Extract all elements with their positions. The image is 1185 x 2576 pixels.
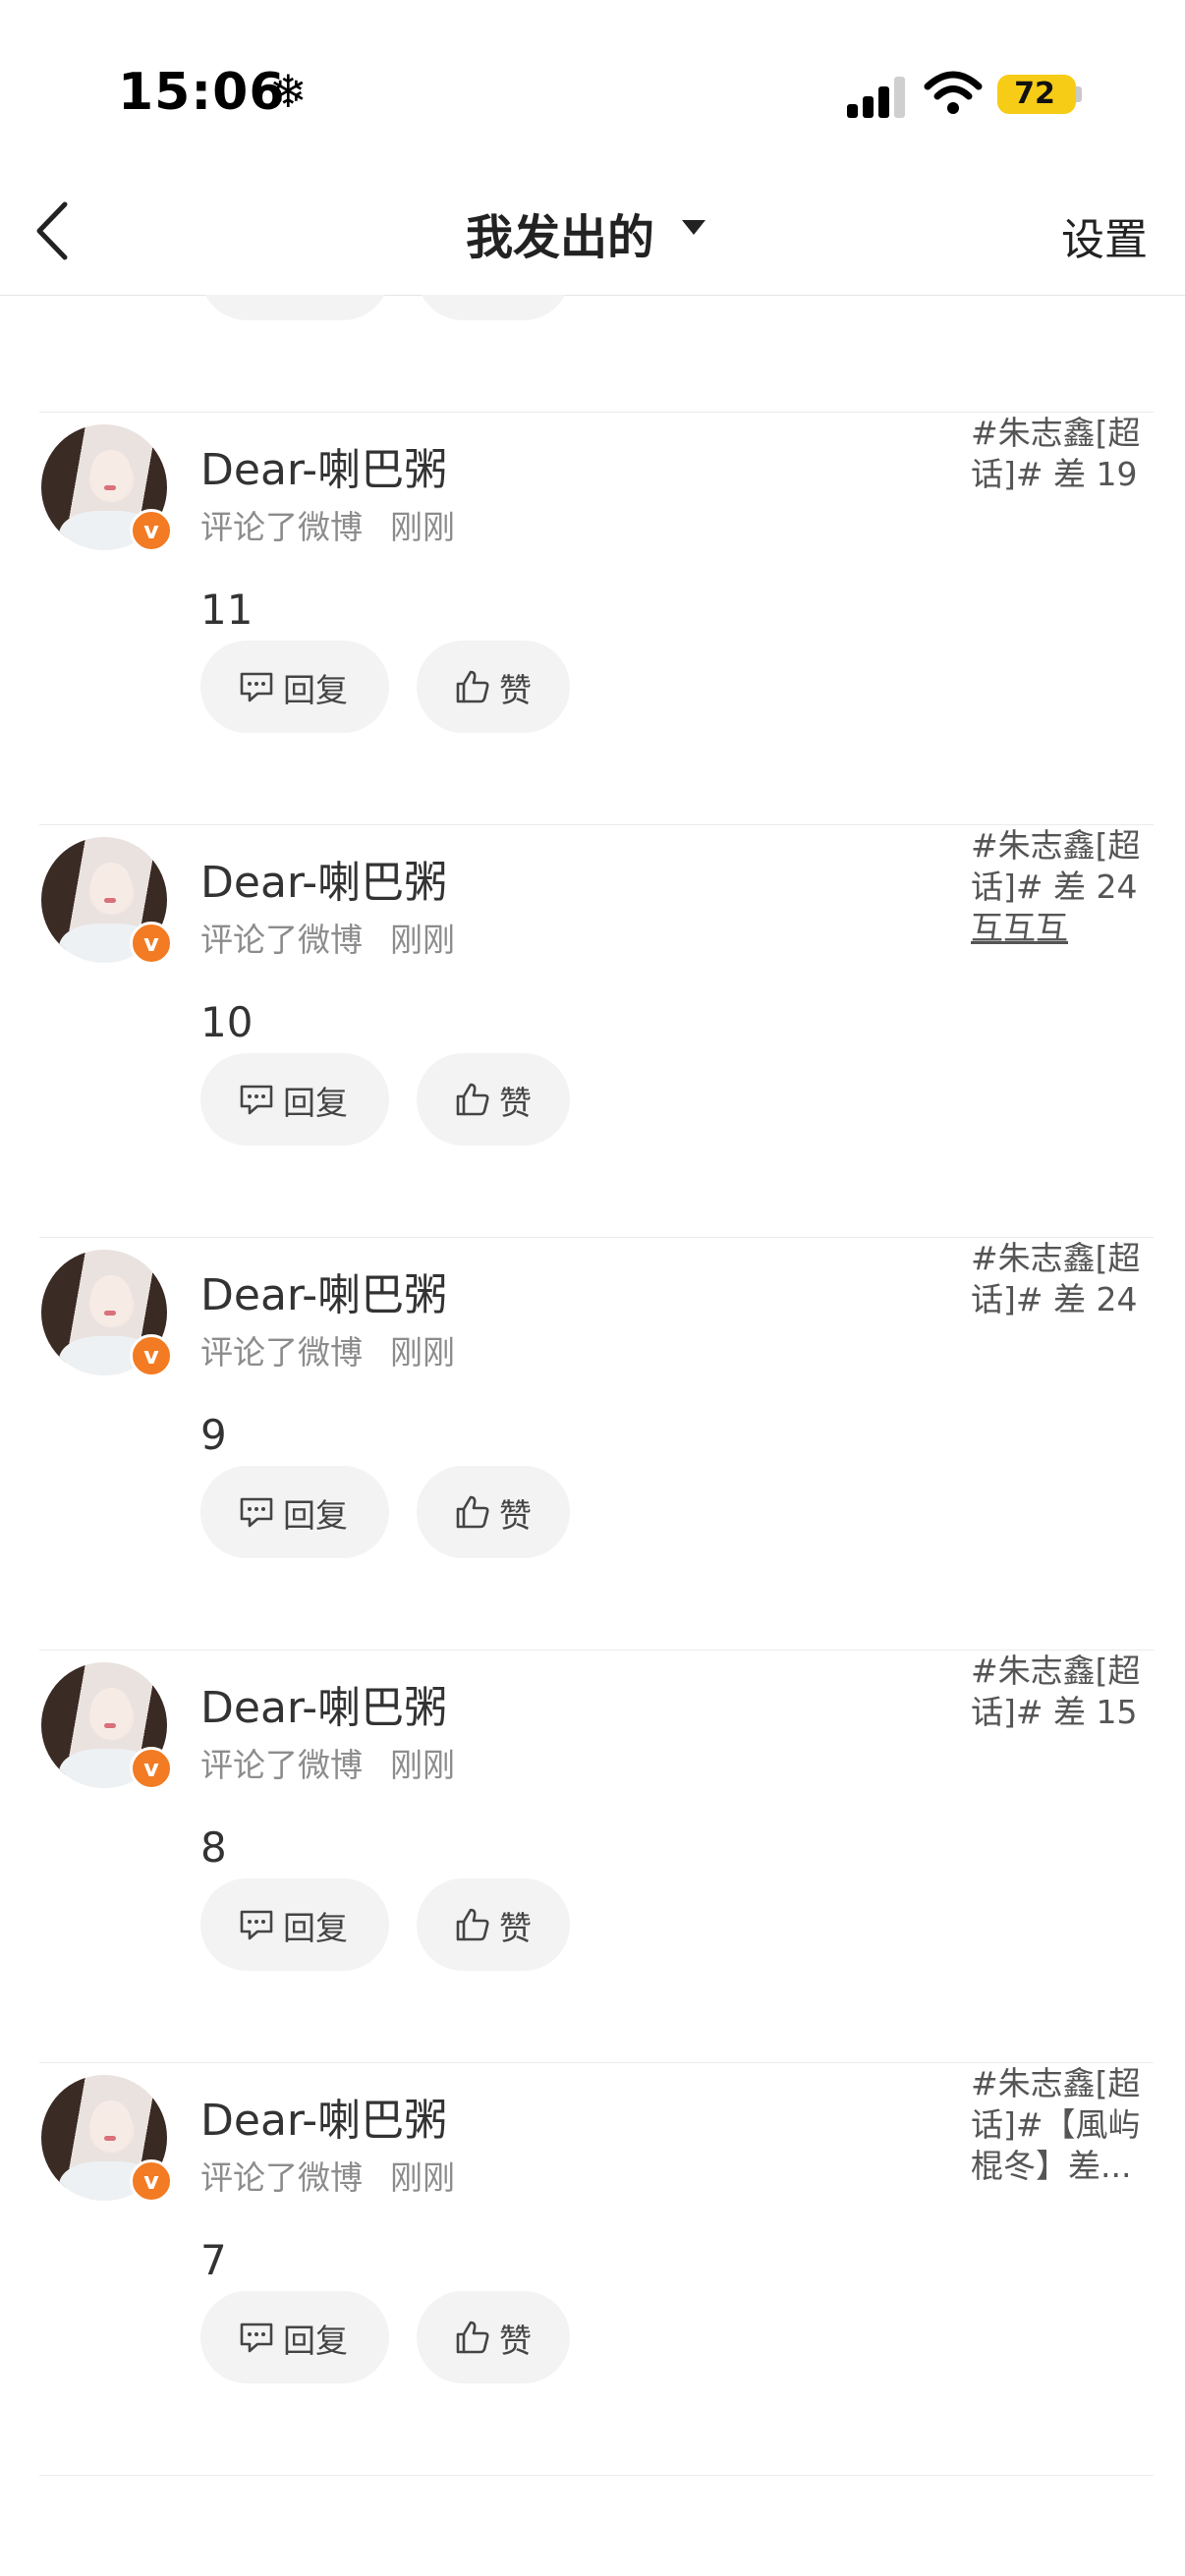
status-time: 15:06 [118,63,286,122]
verified-badge-icon: v [130,1334,173,1377]
like-label: 赞 [499,295,532,299]
reply-button[interactable]: 回复 [200,1053,389,1146]
action-label: 评论了微博 [200,1746,363,1784]
action-label: 评论了微博 [200,508,363,546]
like-button[interactable]: 赞 [417,641,570,733]
reply-label: 回复 [283,1909,348,1947]
page-title[interactable]: 我发出的 [466,198,654,267]
comment-feed[interactable]: v Dear-喇巴粥 评论了微博刚刚 12 回复 赞 #朱志鑫[超话]#【風屿棍… [0,295,1185,2576]
timestamp: 刚刚 [390,1746,455,1784]
comment-bubble-icon [240,1085,273,1115]
action-label: 评论了微博 [200,921,363,959]
verified-badge-icon: v [130,509,173,552]
like-button[interactable]: 赞 [417,1053,570,1146]
reply-button[interactable]: 回复 [200,1878,389,1971]
post-snippet-link[interactable]: 互互互 [971,909,1068,947]
original-post-snippet[interactable]: #朱志鑫[超话]# 差 19 [971,413,1167,495]
timestamp: 刚刚 [390,2158,455,2197]
verified-badge-icon: v [130,922,173,965]
settings-button[interactable]: 设置 [1061,204,1148,267]
like-button[interactable]: 赞 [417,2291,570,2383]
action-label: 评论了微博 [200,1333,363,1372]
post-snippet-text: #朱志鑫[超话]#【風屿棍冬】差... [971,2064,1141,2185]
comment-list: v Dear-喇巴粥 评论了微博刚刚 12 回复 赞 #朱志鑫[超话]#【風屿棍… [0,295,1185,2476]
username[interactable]: Dear-喇巴粥 [200,434,447,497]
reply-button[interactable]: 回复 [200,2291,389,2383]
comment-meta: 评论了微博 刚刚 [200,1739,455,1786]
comment-item[interactable]: v Dear-喇巴粥 评论了微博刚刚 12 回复 赞 #朱志鑫[超话]#【風屿棍… [0,295,1185,413]
like-label: 赞 [499,671,532,709]
comment-text: 8 [200,1823,227,1872]
battery-level: 72 [1014,77,1055,111]
username[interactable]: Dear-喇巴粥 [200,2085,447,2148]
comment-text: 10 [200,998,254,1046]
thumbs-up-icon [456,670,489,703]
battery-indicator: 72 [997,75,1076,114]
reply-label: 回复 [283,1496,348,1535]
comment-bubble-icon [240,1497,273,1528]
like-label: 赞 [499,1084,532,1122]
comment-text: 7 [200,2236,227,2284]
verified-badge-icon: v [130,2159,173,2203]
like-label: 赞 [499,1496,532,1535]
post-snippet-text: #朱志鑫[超话]# 差 24 [971,1239,1141,1318]
like-label: 赞 [499,2322,532,2360]
like-button[interactable]: 赞 [417,1466,570,1558]
reply-label: 回复 [283,295,348,299]
username[interactable]: Dear-喇巴粥 [200,847,447,910]
reply-button[interactable]: 回复 [200,1466,389,1558]
reply-label: 回复 [283,2322,348,2360]
back-icon[interactable] [29,196,79,265]
wifi-icon [924,71,983,114]
timestamp: 刚刚 [390,1333,455,1372]
like-label: 赞 [499,1909,532,1947]
verified-badge-icon: v [130,1747,173,1790]
cellular-signal-icon [847,75,906,118]
timestamp: 刚刚 [390,921,455,959]
comment-text: 9 [200,1411,227,1459]
comment-item[interactable]: v Dear-喇巴粥 评论了微博 刚刚 10 回复 赞 #朱志鑫[超话]# 差 2… [0,825,1185,1238]
original-post-snippet[interactable]: #朱志鑫[超话]# 差 24 [971,1238,1167,1320]
like-button[interactable]: 赞 [417,1878,570,1971]
reply-label: 回复 [283,1084,348,1122]
reply-button[interactable]: 回复 [200,641,389,733]
dropdown-arrow-icon[interactable] [682,220,705,235]
action-label: 评论了微博 [200,2158,363,2197]
comment-meta: 评论了微博 刚刚 [200,2152,455,2199]
comment-item[interactable]: v Dear-喇巴粥 评论了微博 刚刚 11 回复 赞 #朱志鑫[超话]# 差 1… [0,413,1185,825]
snowflake-icon: ❄ [269,65,308,118]
timestamp: 刚刚 [390,508,455,546]
status-bar: 15:06 ❄ 72 [0,0,1185,187]
reply-label: 回复 [283,671,348,709]
comment-bubble-icon [240,1910,273,1940]
comment-item[interactable]: v Dear-喇巴粥 评论了微博 刚刚 9 回复 赞 #朱志鑫[超话]# 差 24 [0,1238,1185,1651]
comment-bubble-icon [240,672,273,702]
post-snippet-text: #朱志鑫[超话]# 差 15 [971,1652,1141,1731]
username[interactable]: Dear-喇巴粥 [200,1260,447,1322]
thumbs-up-icon [456,1495,489,1529]
comment-meta: 评论了微博 刚刚 [200,914,455,961]
comment-bubble-icon [240,2323,273,2353]
original-post-snippet[interactable]: #朱志鑫[超话]# 差 24 互互互 [971,825,1167,949]
thumbs-up-icon [456,2321,489,2354]
comment-item[interactable]: v Dear-喇巴粥 评论了微博 刚刚 8 回复 赞 #朱志鑫[超话]# 差 15 [0,1651,1185,2063]
comment-meta: 评论了微博 刚刚 [200,501,455,548]
original-post-snippet[interactable]: #朱志鑫[超话]# 差 15 [971,1651,1167,1733]
thumbs-up-icon [456,1908,489,1941]
comment-item[interactable]: v Dear-喇巴粥 评论了微博 刚刚 7 回复 赞 #朱志鑫[超话]#【風屿棍冬… [0,2063,1185,2476]
post-snippet-text: #朱志鑫[超话]# 差 24 [971,826,1141,906]
battery-tip [1076,86,1082,102]
thumbs-up-icon [456,1083,489,1116]
comment-meta: 评论了微博 刚刚 [200,1326,455,1373]
like-button[interactable]: 赞 [417,295,570,320]
post-snippet-text: #朱志鑫[超话]# 差 19 [971,414,1141,493]
username[interactable]: Dear-喇巴粥 [200,1672,447,1735]
comment-text: 11 [200,586,254,634]
original-post-snippet[interactable]: #朱志鑫[超话]#【風屿棍冬】差... [971,2063,1167,2187]
reply-button[interactable]: 回复 [200,295,389,320]
